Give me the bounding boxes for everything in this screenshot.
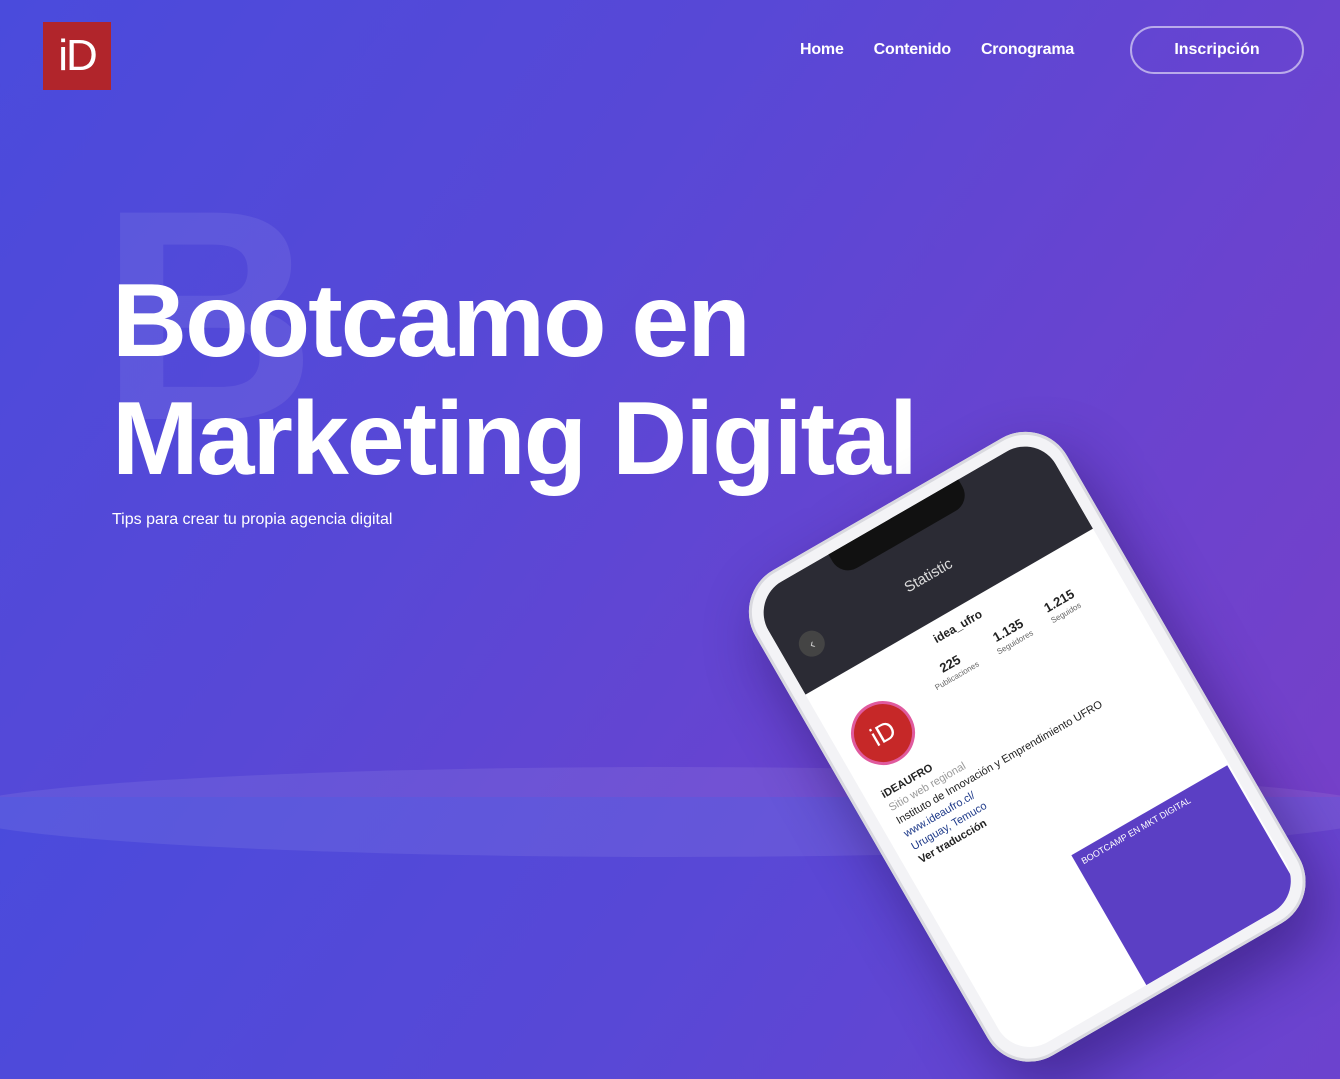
phone-body: ‹ Statistic idea_ufro iD 225 Publicacion… [731,414,1324,1079]
phone-screen: ‹ Statistic idea_ufro iD 225 Publicacion… [750,433,1304,1061]
nav-contenido-link[interactable]: Contenido [874,41,951,59]
stat-publicaciones: 225 Publicaciones [925,645,981,693]
profile-avatar: iD [839,689,927,777]
main-nav: Home Contenido Cronograma [800,41,1074,59]
hero-subtitle: Tips para crear tu propia agencia digita… [112,511,393,528]
nav-cronograma-link[interactable]: Cronograma [981,41,1074,59]
site-logo[interactable]: iD [43,22,111,90]
stat-seguidos: 1.215 Seguidos [1041,586,1083,626]
inscripcion-button[interactable]: Inscripción [1130,26,1304,74]
nav-home-link[interactable]: Home [800,41,844,59]
stat-seguidores: 1.135 Seguidores [987,614,1036,658]
